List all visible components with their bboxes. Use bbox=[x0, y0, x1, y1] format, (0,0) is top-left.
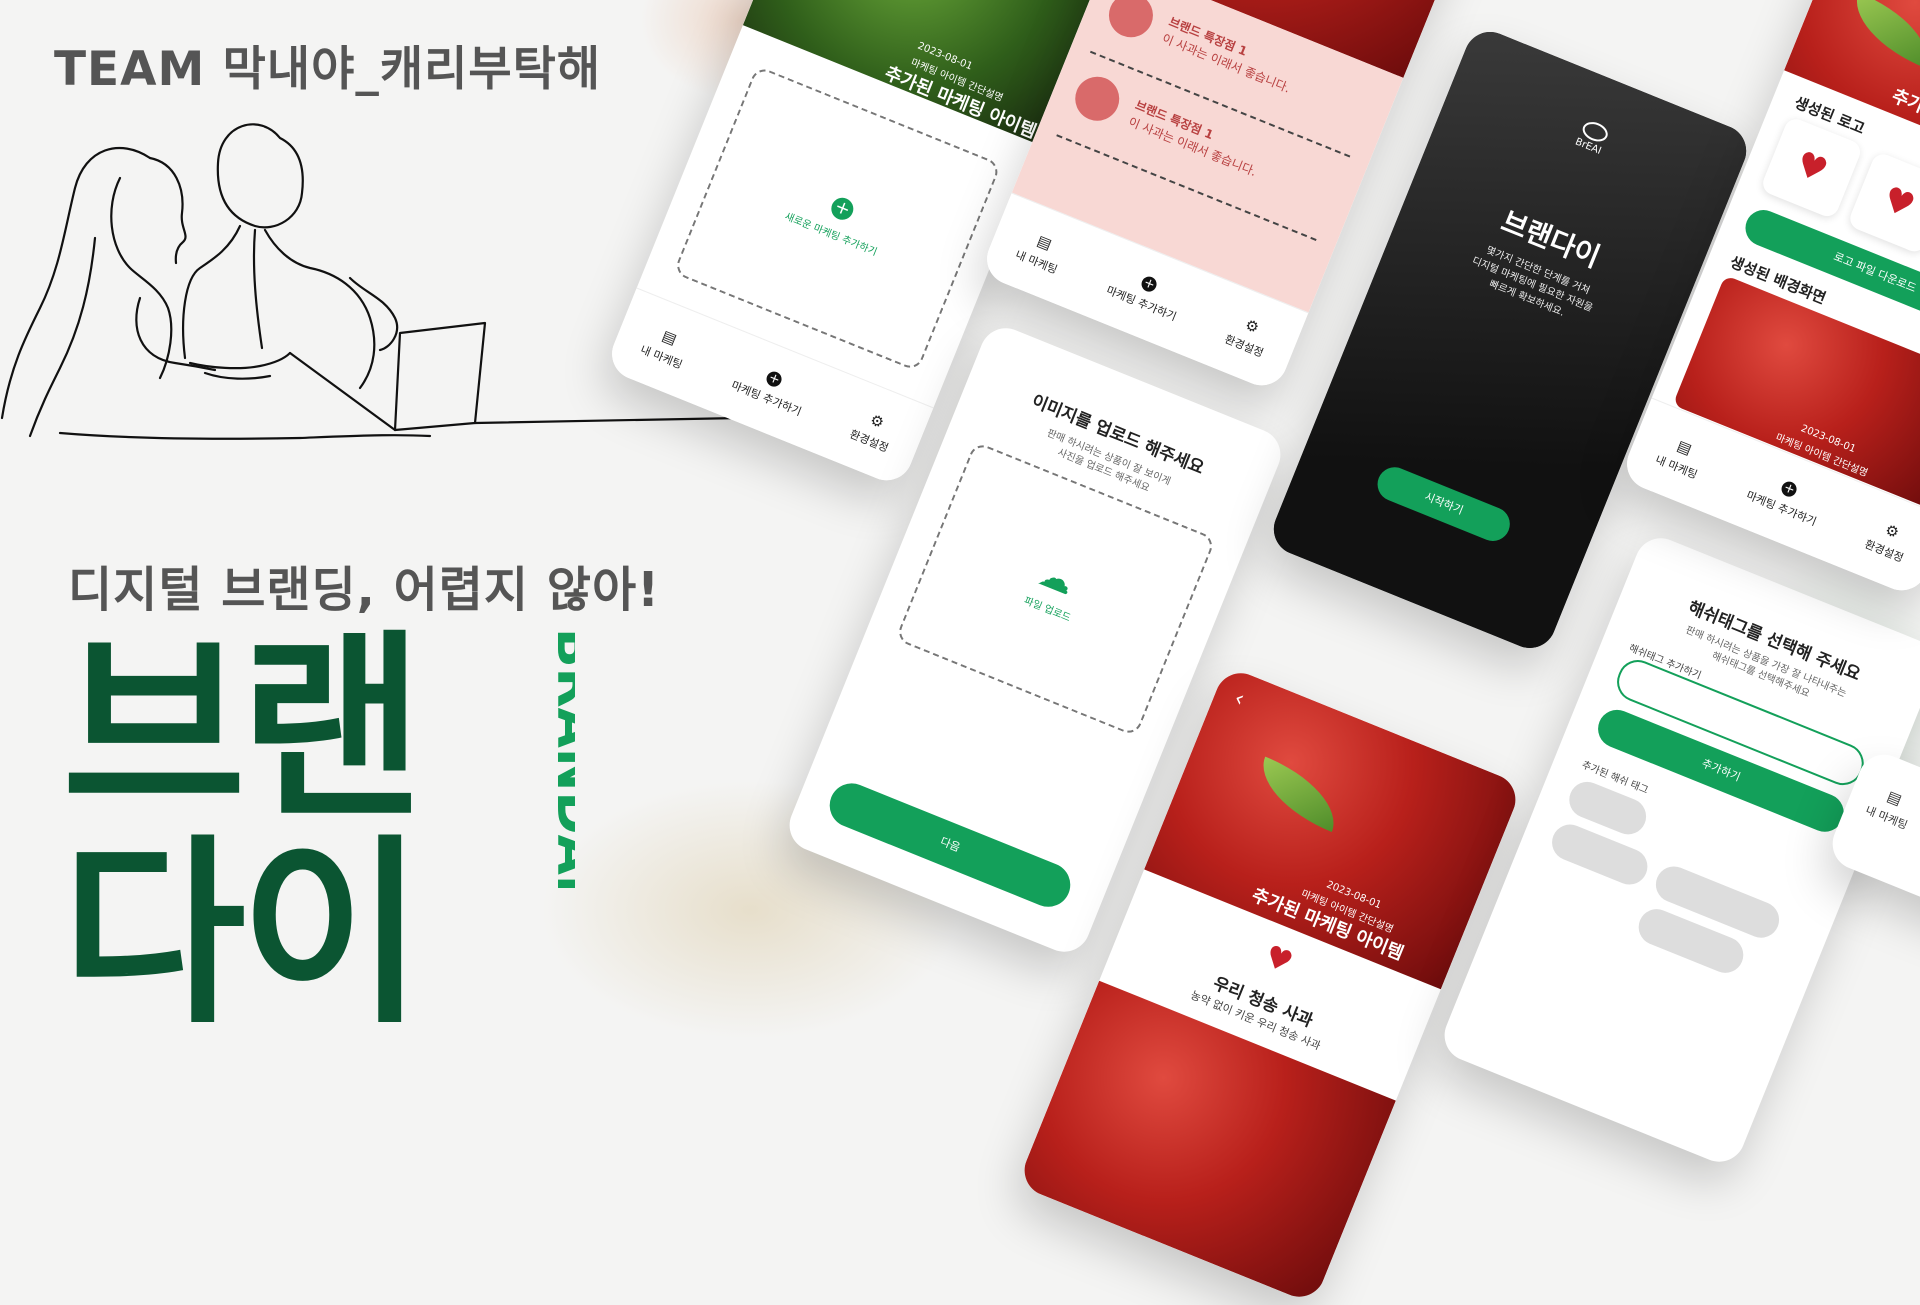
nav-add-marketing[interactable]: + 마케팅 추가하기 bbox=[1104, 263, 1186, 324]
cloud-upload-icon: ☁ bbox=[1033, 553, 1080, 604]
nav-settings[interactable]: ⚙ 환경설정 bbox=[1223, 311, 1274, 360]
clipboard-icon: ▤ bbox=[1884, 786, 1905, 809]
team-title: TEAM 막내야_캐리부탁해 bbox=[54, 42, 602, 97]
brand-name-korean-line2: 다이 bbox=[62, 818, 424, 1051]
nav-settings[interactable]: ⚙ 환경설정 bbox=[1863, 516, 1914, 565]
nav-settings[interactable]: ⚙ 환경설정 bbox=[848, 406, 899, 455]
nav-add-marketing[interactable]: + 마케팅 추가하기 bbox=[1744, 468, 1826, 529]
gear-icon: ⚙ bbox=[867, 409, 887, 432]
apple-logo-icon: ♥ bbox=[1259, 938, 1298, 982]
clipboard-icon: ▤ bbox=[659, 325, 680, 348]
plus-circle-icon: + bbox=[1779, 479, 1800, 499]
brand-name-korean-line1: 브랜 bbox=[62, 613, 424, 846]
plus-circle-icon: + bbox=[764, 369, 785, 389]
feature-icon bbox=[1068, 70, 1126, 128]
tagline: 디지털 브랜딩, 어렵지 않아! bbox=[68, 562, 661, 618]
brand-name-english: BRANDAI bbox=[545, 628, 575, 888]
plus-circle-icon: + bbox=[1139, 274, 1160, 294]
nav-my-marketing[interactable]: ▤ 내 마케팅 bbox=[638, 321, 693, 372]
nav-my-marketing[interactable]: ▤ 내 마케팅 bbox=[1863, 782, 1918, 833]
clipboard-icon: ▤ bbox=[1674, 435, 1695, 458]
brand-name-english-text: BRANDAI bbox=[545, 628, 575, 888]
feature-icon bbox=[1102, 0, 1160, 44]
nav-my-marketing[interactable]: ▤ 내 마케팅 bbox=[1013, 226, 1068, 277]
plus-icon: + bbox=[828, 194, 857, 224]
nav-add-marketing[interactable]: + 마케팅 추가하기 bbox=[729, 358, 811, 419]
nav-my-marketing[interactable]: ▤ 내 마케팅 bbox=[1653, 431, 1708, 482]
gear-icon: ⚙ bbox=[1242, 314, 1262, 337]
apple-photo bbox=[1144, 665, 1524, 990]
clipboard-icon: ▤ bbox=[1034, 230, 1055, 253]
generated-logo-apple-icon[interactable]: ♥ bbox=[1846, 150, 1920, 255]
add-new-label: 새로운 마케팅 추가하기 bbox=[783, 211, 879, 259]
gear-icon: ⚙ bbox=[1882, 519, 1902, 542]
